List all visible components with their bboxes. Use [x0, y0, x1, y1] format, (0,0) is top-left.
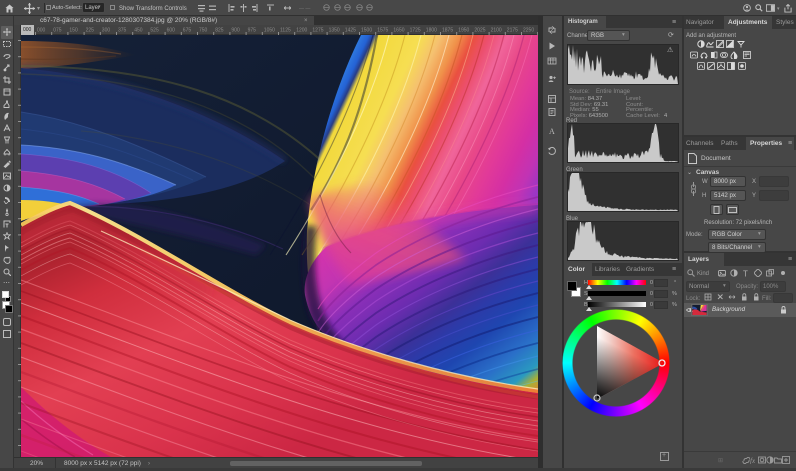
svg-text:2175: 2175 [507, 28, 518, 34]
svg-text:1725: 1725 [410, 28, 421, 34]
svg-text:1950: 1950 [458, 28, 469, 34]
svg-text:1200: 1200 [296, 28, 307, 34]
svg-text:600: 600 [167, 28, 176, 34]
svg-text:1500: 1500 [361, 28, 372, 34]
svg-text:1575: 1575 [377, 28, 388, 34]
svg-text:1275: 1275 [312, 28, 323, 34]
svg-text:fx: fx [750, 457, 756, 464]
svg-text:T: T [743, 270, 748, 278]
svg-text:450: 450 [134, 28, 143, 34]
svg-text:675: 675 [183, 28, 192, 34]
svg-text:750: 750 [199, 28, 208, 34]
svg-text:075: 075 [53, 28, 62, 34]
svg-text:150: 150 [69, 28, 78, 34]
svg-text:1050: 1050 [264, 28, 275, 34]
svg-text:1125: 1125 [280, 28, 291, 34]
svg-text:2100: 2100 [491, 28, 502, 34]
svg-text:300: 300 [102, 28, 111, 34]
svg-text:000: 000 [37, 28, 46, 34]
svg-text:525: 525 [150, 28, 159, 34]
svg-text:1425: 1425 [345, 28, 356, 34]
svg-text:1650: 1650 [393, 28, 404, 34]
svg-text:900: 900 [231, 28, 240, 34]
svg-text:825: 825 [215, 28, 224, 34]
svg-text:2250: 2250 [523, 28, 534, 34]
svg-text:975: 975 [248, 28, 257, 34]
svg-text:A: A [549, 127, 555, 136]
svg-text:1875: 1875 [442, 28, 453, 34]
svg-text:2025: 2025 [474, 28, 485, 34]
svg-text:1800: 1800 [426, 28, 437, 34]
svg-text:375: 375 [118, 28, 127, 34]
svg-text:1350: 1350 [329, 28, 340, 34]
svg-text:225: 225 [86, 28, 95, 34]
